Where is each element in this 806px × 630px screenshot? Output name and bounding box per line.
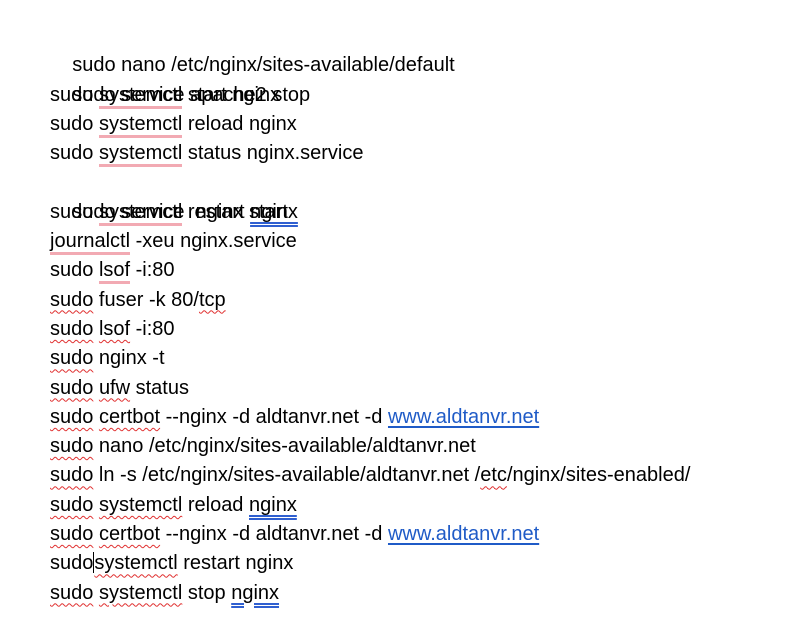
line-text: sudo certbot --nginx -d aldtanvr.net -d … <box>50 523 540 546</box>
text-line[interactable]: sudo certbot --nginx -d aldtanvr.net -d … <box>50 403 798 432</box>
line-text: sudo systemctl status nginx.service <box>50 142 363 168</box>
line-text: sudo ln -s /etc/nginx/sites-available/al… <box>50 464 691 487</box>
text-line[interactable]: sudosystemctl restart nginx <box>50 549 798 578</box>
line-text: sudo fuser -k 80/tcp <box>50 288 226 311</box>
url-link[interactable]: www.aldtanvr.net <box>388 523 539 545</box>
text-line[interactable]: sudo systemctl start nginx <box>50 81 798 110</box>
text-line[interactable]: sudo systemctl status nginx.service <box>50 139 798 168</box>
line-text: sudo ufw status <box>50 376 189 399</box>
line-text: sudo lsof -i:80 <box>50 317 175 340</box>
line-text: sudo lsof -i:80 <box>50 259 175 285</box>
line-text: sudo certbot --nginx -d aldtanvr.net -d … <box>50 405 540 428</box>
document-body[interactable]: sudo nano /etc/nginx/sites-available/def… <box>50 22 798 608</box>
text-line[interactable]: journalctl -xeu nginx.service <box>50 227 798 256</box>
text-line[interactable]: sudo systemctl reload nginx <box>50 491 798 520</box>
text-line[interactable]: sudo systemctl reload nginx <box>50 110 798 139</box>
line-text: journalctl -xeu nginx.service <box>50 230 297 256</box>
text-line[interactable]: sudo ln -s /etc/nginx/sites-available/al… <box>50 461 798 490</box>
line-text: sudo systemctl restart nginx <box>50 200 298 226</box>
text-line[interactable]: sudo ufw status <box>50 374 798 403</box>
line-text: sudo nginx -t <box>50 347 165 370</box>
text-line[interactable]: sudo fuser -k 80/tcp <box>50 286 798 315</box>
text-line[interactable]: sudo lsof -i:80 <box>50 256 798 285</box>
line-text: sudo systemctl reload nginx <box>50 493 297 516</box>
line-text: sudo nano /etc/nginx/sites-available/ald… <box>50 435 476 458</box>
line-text: sudo systemctl start nginx <box>50 83 280 109</box>
line-text: sudo nano /etc/nginx/sites-available/def… <box>72 54 455 77</box>
text-line[interactable]: sudo systemctl stop nginx <box>50 579 798 608</box>
text-line[interactable]: sudo lsof -i:80 <box>50 315 798 344</box>
text-line[interactable]: sudo nginx -t <box>50 344 798 373</box>
text-line[interactable]: sudo nano /etc/nginx/sites-available/def… <box>50 22 798 76</box>
text-line[interactable]: sudo nano /etc/nginx/sites-available/ald… <box>50 432 798 461</box>
text-line[interactable]: sudo systemctl restart nginx <box>50 198 798 227</box>
line-text: sudo systemctl stop nginx <box>50 581 280 604</box>
line-text: sudo systemctl reload nginx <box>50 112 297 138</box>
line-text: sudosystemctl restart nginx <box>50 552 294 575</box>
text-line[interactable]: sudo service nginx start <box>50 168 798 223</box>
url-link[interactable]: www.aldtanvr.net <box>388 406 539 428</box>
text-line[interactable]: sudo certbot --nginx -d aldtanvr.net -d … <box>50 520 798 549</box>
